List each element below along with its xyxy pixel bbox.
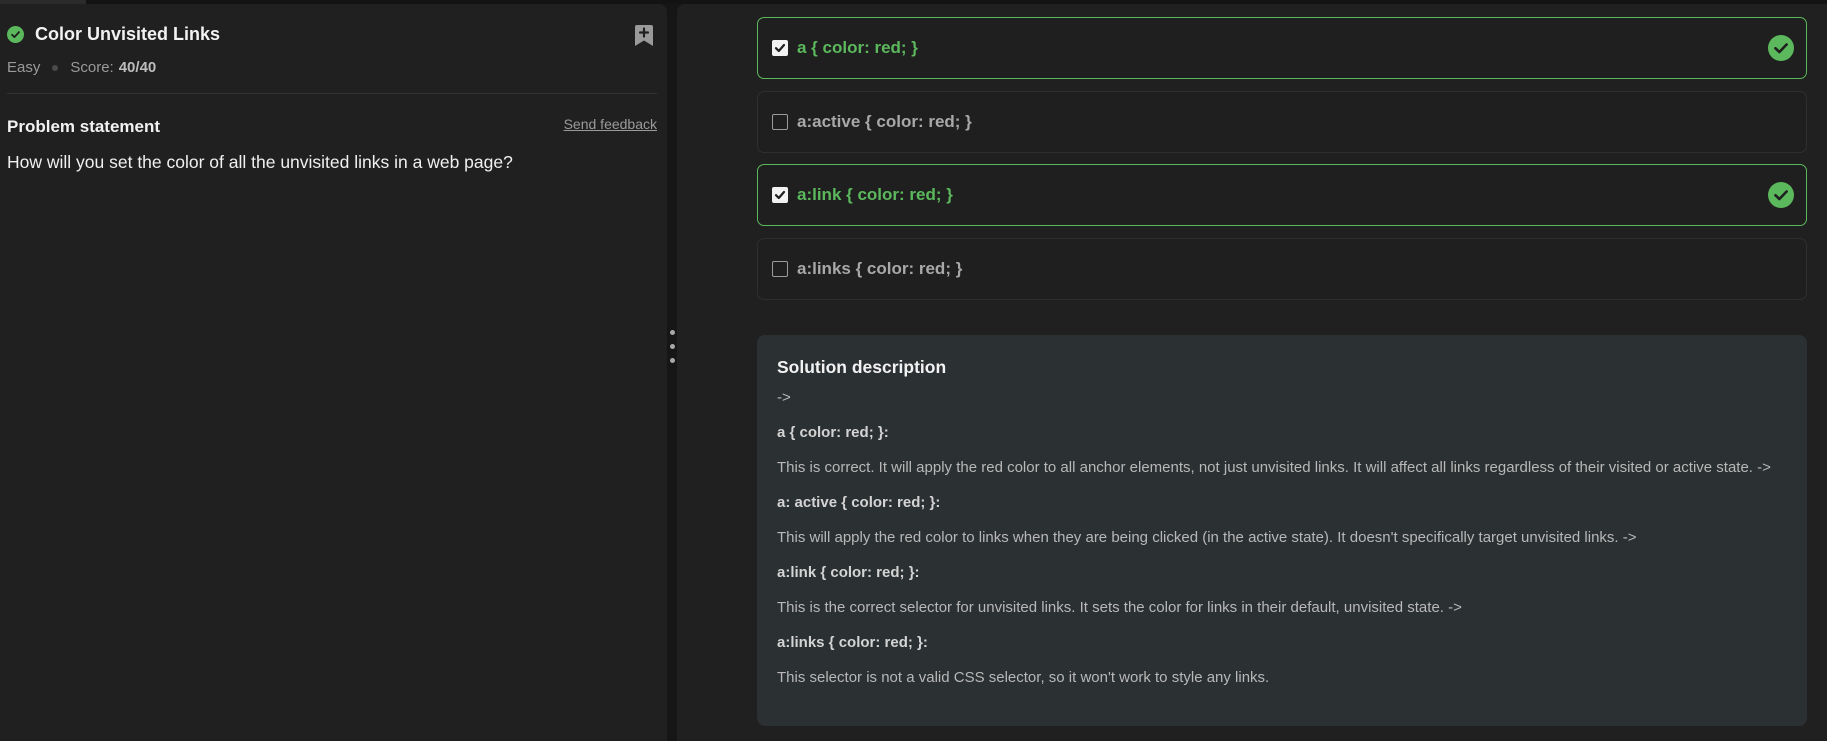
solution-title: Solution description: [777, 357, 947, 377]
solution-description: Solution description -> a { color: red; …: [757, 335, 1807, 726]
correct-check-icon: [1768, 182, 1794, 208]
option-2[interactable]: a:active { color: red; }: [757, 91, 1807, 153]
solution-option-heading: a:link { color: red; }:: [777, 564, 920, 581]
checkbox-empty-icon[interactable]: [772, 261, 788, 277]
problem-meta: Easy Score: 40/40: [7, 59, 156, 76]
score-label: Score:: [70, 59, 114, 76]
problem-title: Color Unvisited Links: [35, 24, 221, 44]
solution-option-heading: a:links { color: red; }:: [777, 634, 928, 651]
drag-handle-dot-icon: [670, 330, 675, 335]
drag-handle-dot-icon: [670, 344, 675, 349]
solution-text: This is correct. It will apply the red c…: [777, 459, 1771, 476]
option-1[interactable]: a { color: red; }: [757, 17, 1807, 79]
solution-text: This will apply the red color to links w…: [777, 529, 1637, 546]
solution-text: ->: [777, 389, 791, 406]
score-value: 40/40: [118, 59, 157, 76]
solution-text: This selector is not a valid CSS selecto…: [777, 669, 1270, 686]
meta-separator-dot: [52, 64, 59, 71]
solved-check-icon: [7, 26, 24, 43]
option-label: a:link { color: red; }: [797, 185, 953, 204]
option-4[interactable]: a:links { color: red; }: [757, 238, 1807, 300]
solution-option-heading: a: active { color: red; }:: [777, 494, 941, 511]
difficulty-label: Easy: [7, 59, 41, 76]
panel-resize-handle[interactable]: [667, 326, 677, 370]
correct-check-icon: [1768, 35, 1794, 61]
option-label: a:links { color: red; }: [797, 259, 963, 278]
option-label: a:active { color: red; }: [797, 112, 972, 131]
solution-option-heading: a { color: red; }:: [777, 424, 889, 441]
option-label: a { color: red; }: [797, 38, 918, 57]
checkbox-checked-icon[interactable]: [772, 40, 788, 56]
send-feedback-link[interactable]: Send feedback: [564, 116, 657, 132]
drag-handle-dot-icon: [670, 358, 675, 363]
checkbox-empty-icon[interactable]: [772, 114, 788, 130]
solution-text: This is the correct selector for unvisit…: [777, 599, 1462, 616]
divider: [7, 93, 657, 94]
problem-title-row: Color Unvisited Links: [7, 24, 220, 45]
option-3[interactable]: a:link { color: red; }: [757, 164, 1807, 226]
bookmark-add-icon[interactable]: [634, 24, 654, 47]
checkbox-checked-icon[interactable]: [772, 187, 788, 203]
problem-panel: Color Unvisited Links Easy Score: 40/40 …: [0, 4, 667, 741]
problem-statement-heading: Problem statement: [7, 117, 161, 136]
problem-statement-text: How will you set the color of all the un…: [7, 152, 513, 172]
